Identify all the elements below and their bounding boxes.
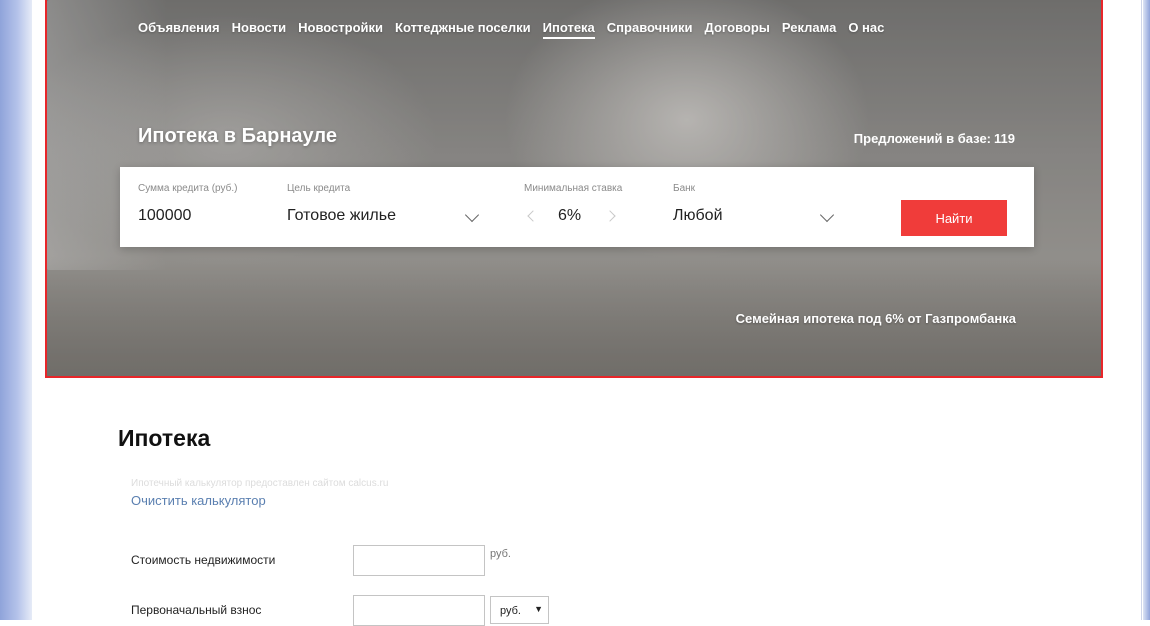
bank-label: Банк xyxy=(673,183,696,194)
nav-item-ads[interactable]: Объявления xyxy=(138,20,220,39)
nav-item-new-buildings[interactable]: Новостройки xyxy=(298,20,383,39)
page-right-border xyxy=(1141,0,1142,620)
hero-banner: Объявления Новости Новостройки Коттеджны… xyxy=(45,0,1103,378)
property-cost-input[interactable] xyxy=(353,545,485,576)
nav-item-cottage-villages[interactable]: Коттеджные поселки xyxy=(395,20,531,39)
loan-amount-label: Сумма кредита (руб.) xyxy=(138,183,238,194)
loan-amount-field[interactable]: Сумма кредита (руб.) 100000 xyxy=(138,167,268,247)
bank-value: Любой xyxy=(673,207,723,224)
nav-item-directories[interactable]: Справочники xyxy=(607,20,693,39)
offers-count: Предложений в базе: 119 xyxy=(854,131,1015,146)
browser-edge-left xyxy=(0,0,32,620)
browser-edge-right xyxy=(1143,0,1150,620)
property-cost-unit: руб. xyxy=(490,548,511,560)
loan-purpose-value: Готовое жилье xyxy=(287,207,396,224)
chevron-down-icon[interactable] xyxy=(464,207,480,223)
bank-select[interactable]: Банк Любой xyxy=(673,167,843,247)
nav-item-contracts[interactable]: Договоры xyxy=(705,20,770,39)
down-payment-label: Первоначальный взнос xyxy=(131,603,262,617)
nav-item-news[interactable]: Новости xyxy=(232,20,287,39)
nav-item-about[interactable]: О нас xyxy=(848,20,884,39)
loan-amount-value[interactable]: 100000 xyxy=(138,207,191,225)
mortgage-search-form: Сумма кредита (руб.) 100000 Цель кредита… xyxy=(120,167,1034,247)
min-rate-value: 6% xyxy=(558,207,582,224)
clear-calculator-link[interactable]: Очистить калькулятор xyxy=(131,493,266,508)
main-nav: Объявления Новости Новостройки Коттеджны… xyxy=(138,20,884,39)
nav-item-advertising[interactable]: Реклама xyxy=(782,20,836,39)
offers-label: Предложений в базе: xyxy=(853,131,992,146)
calculator-credit[interactable]: Ипотечный калькулятор предоставлен сайто… xyxy=(131,478,388,489)
promo-link[interactable]: Семейная ипотека под 6% от Газпромбанка xyxy=(736,311,1016,326)
hero-title: Ипотека в Барнауле xyxy=(138,125,337,147)
down-payment-input[interactable] xyxy=(353,595,485,626)
min-rate-label: Минимальная ставка xyxy=(524,183,623,194)
min-rate-stepper: Минимальная ставка 6% xyxy=(524,167,644,247)
chevron-down-icon[interactable] xyxy=(819,207,835,223)
loan-purpose-select[interactable]: Цель кредита Готовое жилье xyxy=(287,167,483,247)
find-button[interactable]: Найти xyxy=(901,200,1007,236)
page-title: Ипотека xyxy=(118,425,211,451)
loan-purpose-label: Цель кредита xyxy=(287,183,351,194)
chevron-left-icon[interactable] xyxy=(527,210,539,222)
property-cost-label: Стоимость недвижимости xyxy=(131,553,276,567)
nav-item-mortgage[interactable]: Ипотека xyxy=(542,20,595,39)
down-payment-unit-value: руб. xyxy=(500,605,521,617)
offers-number: 119 xyxy=(994,131,1015,146)
caret-down-icon: ▼ xyxy=(534,604,543,614)
chevron-right-icon[interactable] xyxy=(604,210,616,222)
